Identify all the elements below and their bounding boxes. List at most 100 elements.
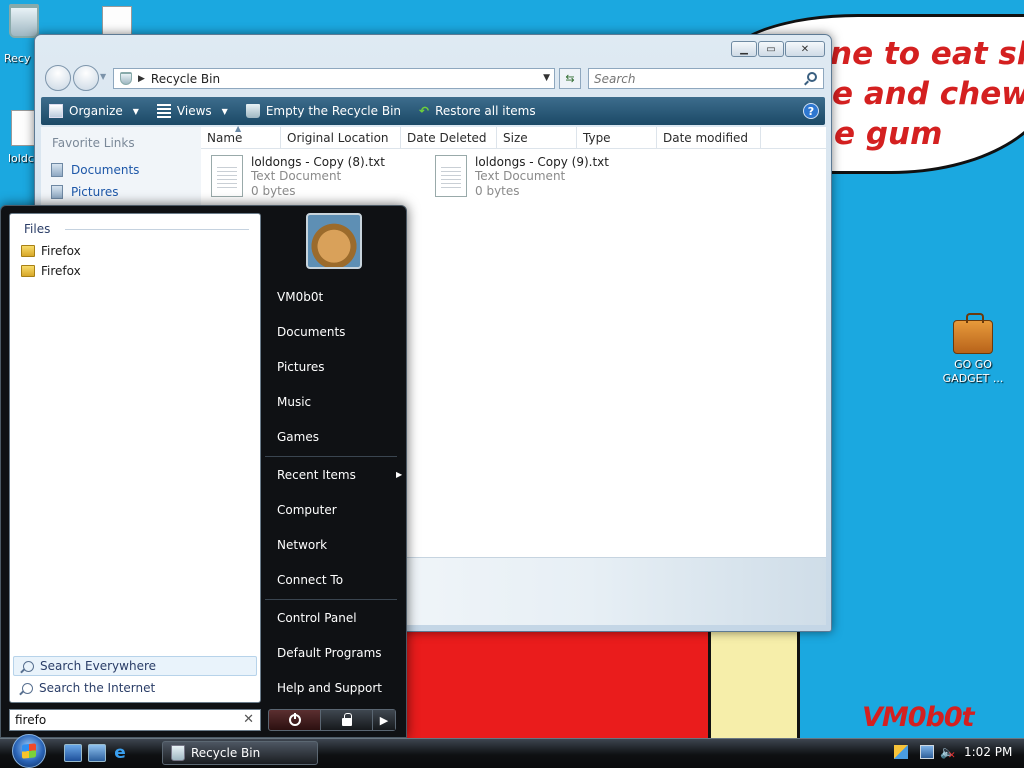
file-name: loldongs - Copy (8).txt bbox=[251, 155, 385, 169]
start-item-music[interactable]: Music bbox=[277, 395, 311, 409]
internet-explorer-icon[interactable]: e bbox=[111, 744, 129, 762]
text-file-icon bbox=[11, 110, 35, 146]
result-item-firefox[interactable]: Firefox bbox=[10, 258, 260, 278]
show-desktop-icon[interactable] bbox=[64, 744, 82, 762]
file-item[interactable]: loldongs - Copy (9).txt Text Document 0 … bbox=[435, 155, 609, 199]
switch-windows-icon[interactable] bbox=[88, 744, 106, 762]
restore-arrow-icon: ↶ bbox=[419, 104, 430, 118]
clock[interactable]: 1:02 PM bbox=[964, 745, 1012, 759]
recycle-bin-icon bbox=[120, 72, 132, 85]
chevron-down-icon: ▼ bbox=[132, 106, 139, 116]
power-options-button[interactable]: ▶ bbox=[373, 710, 395, 730]
minimize-icon: ▁ bbox=[740, 43, 748, 55]
breadcrumb-arrow-icon[interactable]: ▶ bbox=[138, 74, 145, 84]
start-button[interactable] bbox=[8, 734, 50, 768]
recent-items-label: Recent Items bbox=[277, 468, 356, 482]
close-button[interactable]: ✕ bbox=[785, 41, 825, 57]
windows-update-icon[interactable] bbox=[894, 745, 908, 759]
help-icon[interactable]: ? bbox=[803, 103, 819, 119]
search-icon bbox=[22, 682, 33, 694]
back-button[interactable] bbox=[45, 65, 71, 91]
column-type[interactable]: Type bbox=[577, 127, 657, 148]
desktop-icon-gadget[interactable]: GO GO GADGET ... bbox=[940, 310, 1006, 386]
start-item-control-panel[interactable]: Control Panel bbox=[277, 611, 357, 625]
column-original-location[interactable]: Original Location bbox=[281, 127, 401, 148]
forward-button[interactable] bbox=[73, 65, 99, 91]
column-name[interactable]: ▲ Name bbox=[201, 124, 281, 148]
start-item-default-programs[interactable]: Default Programs bbox=[277, 646, 382, 660]
files-area: loldongs - Copy (8).txt Text Document 0 … bbox=[201, 149, 826, 209]
search-everywhere-option[interactable]: Search Everywhere bbox=[13, 656, 257, 676]
chevron-down-icon: ▼ bbox=[221, 106, 228, 116]
column-date-modified[interactable]: Date modified bbox=[657, 127, 761, 148]
start-item-network[interactable]: Network bbox=[277, 538, 327, 552]
wallpaper-text-line-3: e gum bbox=[834, 116, 943, 152]
text-document-icon bbox=[211, 155, 243, 197]
views-icon bbox=[156, 104, 171, 118]
start-item-connect-to[interactable]: Connect To bbox=[277, 573, 343, 587]
column-date-deleted[interactable]: Date Deleted bbox=[401, 127, 497, 148]
taskbar bbox=[0, 738, 1024, 768]
column-size[interactable]: Size bbox=[497, 127, 577, 148]
start-item-pictures[interactable]: Pictures bbox=[277, 360, 325, 374]
lock-icon bbox=[341, 712, 352, 726]
search-results-pane: Files Firefox Firefox Search Everywhere … bbox=[9, 213, 261, 703]
documents-icon bbox=[51, 163, 63, 177]
nav-link-documents[interactable]: Documents bbox=[41, 156, 201, 178]
start-item-help-and-support[interactable]: Help and Support bbox=[277, 681, 382, 695]
start-item-recent-items[interactable]: Recent Items ▶ bbox=[277, 468, 402, 482]
recycle-bin-icon bbox=[245, 104, 260, 118]
divider bbox=[265, 456, 397, 457]
sort-ascending-icon: ▲ bbox=[235, 124, 242, 133]
result-item-firefox[interactable]: Firefox bbox=[10, 238, 260, 258]
views-button[interactable]: Views ▼ bbox=[156, 104, 228, 118]
organize-button[interactable]: Organize ▼ bbox=[49, 104, 139, 118]
pictures-icon bbox=[51, 185, 63, 199]
search-internet-label: Search the Internet bbox=[39, 681, 156, 695]
user-avatar[interactable] bbox=[306, 213, 362, 269]
start-item-computer[interactable]: Computer bbox=[277, 503, 337, 517]
lock-button[interactable] bbox=[321, 710, 373, 730]
file-item[interactable]: loldongs - Copy (8).txt Text Document 0 … bbox=[211, 155, 385, 199]
empty-recycle-bin-button[interactable]: Empty the Recycle Bin bbox=[245, 104, 401, 118]
result-label: Firefox bbox=[41, 264, 81, 278]
search-icon[interactable] bbox=[807, 72, 817, 82]
network-icon[interactable] bbox=[920, 745, 934, 759]
address-text: Recycle Bin bbox=[150, 71, 221, 86]
results-heading: Files bbox=[24, 222, 51, 236]
address-bar[interactable]: ▶ Recycle Bin ▼ bbox=[113, 68, 555, 89]
restore-all-label: Restore all items bbox=[435, 104, 536, 118]
maximize-icon: ▭ bbox=[766, 43, 776, 55]
search-internet-option[interactable]: Search the Internet bbox=[13, 678, 257, 698]
taskbar-button-recycle-bin[interactable]: Recycle Bin bbox=[162, 741, 318, 765]
volume-muted-icon[interactable]: 🔈 ✕ bbox=[940, 745, 956, 761]
power-button[interactable] bbox=[269, 710, 321, 730]
navigation-bar: ▼ ▶ Recycle Bin ▼ ⇆ bbox=[41, 65, 825, 91]
chevron-right-icon: ▶ bbox=[379, 713, 389, 727]
recycle-bin-icon bbox=[171, 745, 185, 761]
start-item-user[interactable]: VM0b0t bbox=[277, 290, 323, 304]
file-size: 0 bytes bbox=[251, 184, 296, 198]
minimize-button[interactable]: ▁ bbox=[731, 41, 757, 57]
refresh-button[interactable]: ⇆ bbox=[559, 68, 581, 89]
wallpaper-text-line-2: e and chew bbox=[832, 76, 1024, 112]
close-icon: ✕ bbox=[800, 43, 810, 55]
history-dropdown-icon[interactable]: ▼ bbox=[100, 72, 106, 81]
wallpaper-text-line-1: ne to eat shit bbox=[830, 36, 1024, 72]
maximize-button[interactable]: ▭ bbox=[758, 41, 784, 57]
search-box[interactable] bbox=[588, 68, 824, 89]
file-type: Text Document bbox=[251, 169, 342, 183]
start-item-documents[interactable]: Documents bbox=[277, 325, 345, 339]
start-search-input[interactable] bbox=[10, 710, 230, 730]
search-input[interactable] bbox=[589, 69, 789, 88]
recycle-bin-icon bbox=[9, 4, 39, 38]
nav-link-pictures[interactable]: Pictures bbox=[41, 178, 201, 200]
desktop-icon-label: GO GO GADGET ... bbox=[942, 358, 1004, 385]
address-dropdown-icon[interactable]: ▼ bbox=[543, 73, 550, 83]
clear-search-icon[interactable]: ✕ bbox=[243, 712, 254, 727]
start-search-box[interactable]: ✕ bbox=[9, 709, 261, 731]
start-item-games[interactable]: Games bbox=[277, 430, 319, 444]
restore-all-button[interactable]: ↶ Restore all items bbox=[419, 104, 536, 118]
wallpaper-red-shape bbox=[400, 632, 710, 740]
folder-icon bbox=[21, 265, 35, 277]
